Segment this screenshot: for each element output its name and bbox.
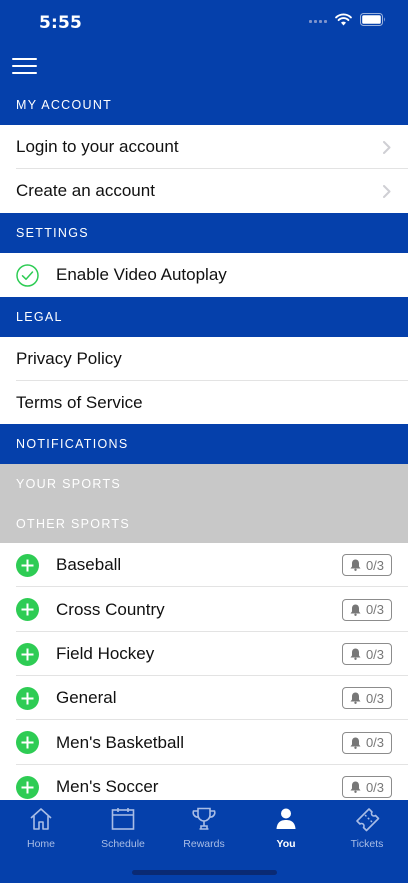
bell-icon: [350, 604, 361, 616]
status-icons: [309, 13, 386, 26]
notification-count-badge[interactable]: 0/3: [342, 776, 392, 798]
add-circle-icon[interactable]: [16, 642, 39, 666]
notification-count: 0/3: [365, 646, 385, 662]
home-icon: [30, 808, 52, 830]
notification-count: 0/3: [365, 557, 385, 573]
login-label: Login to your account: [16, 137, 179, 156]
chevron-right-icon: [383, 185, 391, 198]
list-item-sport[interactable]: Cross Country 0/3: [0, 587, 408, 632]
notification-count: 0/3: [365, 602, 385, 617]
bell-icon: [350, 781, 361, 793]
sport-name: Baseball: [56, 555, 122, 574]
sport-name: General: [56, 688, 117, 707]
notification-count-badge[interactable]: 0/3: [342, 643, 392, 665]
tab-you-label: You: [276, 838, 296, 850]
chevron-right-icon: [383, 141, 391, 154]
list-item-sport[interactable]: Field Hockey 0/3: [0, 632, 408, 676]
list-item-sport[interactable]: Baseball 0/3: [0, 543, 408, 587]
tab-schedule[interactable]: Schedule: [82, 805, 164, 853]
login-row[interactable]: Login to your account: [0, 125, 408, 169]
add-circle-icon[interactable]: [16, 598, 39, 621]
menu-icon[interactable]: [12, 57, 37, 75]
privacy-policy-row[interactable]: Privacy Policy: [0, 337, 408, 381]
autoplay-row[interactable]: Enable Video Autoplay: [0, 253, 408, 297]
create-account-label: Create an account: [16, 181, 155, 200]
sport-name: Men's Soccer: [56, 777, 159, 796]
sport-name: Cross Country: [56, 599, 165, 619]
app-header: 5:55: [0, 0, 408, 85]
tab-you[interactable]: You: [245, 805, 327, 853]
autoplay-label: Enable Video Autoplay: [56, 265, 227, 284]
list-item-sport[interactable]: General 0/3: [0, 676, 408, 720]
notification-count-badge[interactable]: 0/3: [342, 598, 392, 621]
wifi-icon: [335, 13, 352, 26]
notification-count-badge[interactable]: 0/3: [342, 554, 392, 576]
sport-name: Field Hockey: [56, 644, 155, 663]
tab-tickets[interactable]: Tickets: [326, 805, 408, 853]
terms-row[interactable]: Terms of Service: [0, 381, 408, 424]
sport-name: Men's Basketball: [56, 732, 184, 752]
section-header-legal: LEGAL: [0, 297, 408, 337]
ticket-icon: [356, 808, 380, 832]
signal-icon: [309, 20, 327, 23]
checkmark-circle-icon[interactable]: [16, 263, 39, 287]
privacy-policy-label: Privacy Policy: [16, 349, 122, 368]
bell-icon: [350, 648, 361, 660]
add-circle-icon[interactable]: [16, 775, 39, 799]
section-header-notifications: NOTIFICATIONS: [0, 424, 408, 464]
calendar-icon: [111, 808, 135, 830]
create-account-row[interactable]: Create an account: [0, 169, 408, 213]
list-item-sport[interactable]: Men's Basketball 0/3: [0, 720, 408, 765]
add-circle-icon[interactable]: [16, 686, 39, 710]
battery-icon: [360, 13, 385, 26]
tab-tickets-label: Tickets: [350, 838, 384, 850]
bell-icon: [350, 692, 361, 704]
notification-count-badge[interactable]: 0/3: [342, 731, 392, 754]
trophy-icon: [192, 807, 216, 830]
terms-label: Terms of Service: [16, 392, 143, 412]
bell-icon: [350, 559, 361, 571]
tab-home[interactable]: Home: [0, 805, 82, 853]
notification-count: 0/3: [365, 690, 385, 706]
person-icon: [276, 808, 296, 829]
add-circle-icon[interactable]: [16, 553, 39, 577]
bell-icon: [350, 737, 361, 749]
status-time: 5:55: [39, 13, 83, 33]
add-circle-icon[interactable]: [16, 731, 39, 754]
tab-rewards-label: Rewards: [183, 838, 225, 850]
section-header-my-account: MY ACCOUNT: [0, 85, 408, 125]
tab-home-label: Home: [26, 838, 55, 850]
section-header-settings: SETTINGS: [0, 213, 408, 253]
notification-count: 0/3: [365, 779, 385, 795]
notification-count: 0/3: [365, 735, 385, 750]
section-header-other-sports: OTHER SPORTS: [0, 504, 408, 543]
section-header-your-sports: YOUR SPORTS: [0, 464, 408, 504]
notification-count-badge[interactable]: 0/3: [342, 687, 392, 709]
home-indicator: [132, 870, 277, 875]
tab-rewards[interactable]: Rewards: [163, 805, 245, 853]
tab-schedule-label: Schedule: [101, 838, 145, 850]
